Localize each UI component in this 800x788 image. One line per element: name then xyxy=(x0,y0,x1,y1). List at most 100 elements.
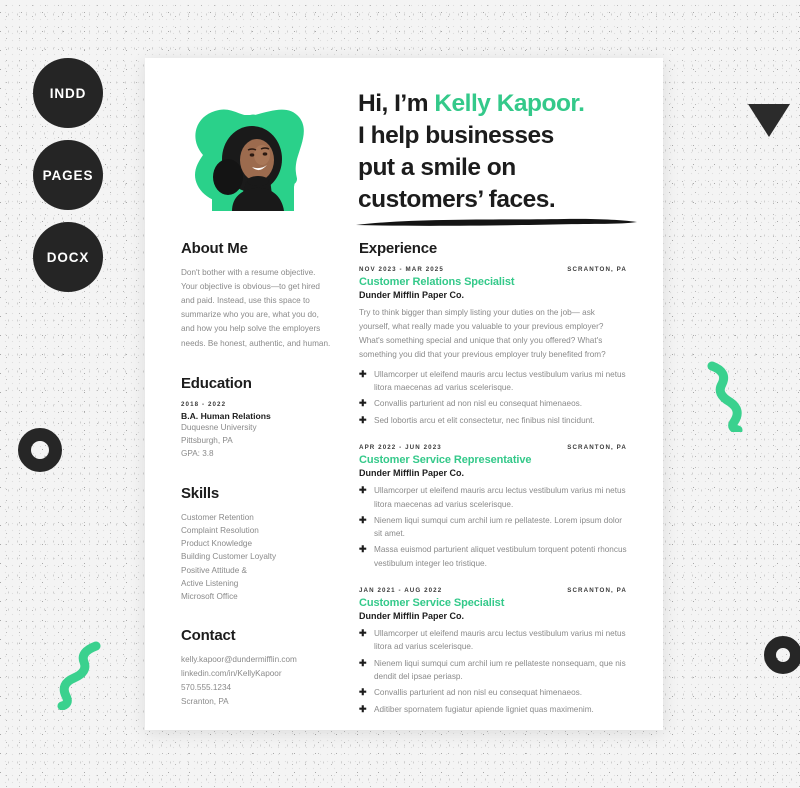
squiggle-icon xyxy=(707,361,743,432)
profile-photo-block xyxy=(181,103,309,215)
triangle-down-icon xyxy=(748,104,790,137)
experience-list: NOV 2023 - MAR 2025 SCRANTON, PA Customer … xyxy=(359,266,627,716)
list-item: ✚ Convallis parturient ad non nisl eu con… xyxy=(359,397,627,411)
resume-header: Hi, I’m Kelly Kapoor. I help businesses … xyxy=(145,58,663,240)
contact-title: Contact xyxy=(181,627,236,645)
contact-phone[interactable]: 570.555.1234 xyxy=(181,681,331,695)
ring-icon xyxy=(764,636,800,674)
list-item: ✚ Ullamcorper ut eleifend mauris arcu lec… xyxy=(359,368,627,395)
skills-list: Customer Retention Complaint Resolution Pr… xyxy=(181,511,331,604)
experience-company: Dunder Mifflin Paper Co. xyxy=(359,611,465,621)
format-badge-pages[interactable]: PAGES xyxy=(33,140,103,210)
about-text: Don't bother with a resume objective. Yo… xyxy=(181,268,331,348)
education-location: Pittsburgh, PA xyxy=(181,435,233,445)
experience-bullets: ✚ Ullamcorper ut eleifend mauris arcu lec… xyxy=(359,368,627,428)
experience-meta: JAN 2021 - AUG 2022 SCRANTON, PA xyxy=(359,587,627,594)
section-education: Education 2018 - 2022 B.A. Human Relatio… xyxy=(181,375,331,461)
resume-document: Hi, I’m Kelly Kapoor. I help businesses … xyxy=(145,58,663,730)
experience-bullets: ✚ Ullamcorper ut eleifend mauris arcu lec… xyxy=(359,484,627,570)
skill-item: Building Customer Loyalty xyxy=(181,552,277,562)
squiggle-icon xyxy=(57,641,101,710)
headline-line3: put a smile on xyxy=(358,153,516,181)
bullet-text: Nienem liqui sumqui cum archil ium re pe… xyxy=(374,515,622,539)
bullet-text: Convallis parturient ad non nisl eu cons… xyxy=(374,688,583,698)
plus-bullet-icon: ✚ xyxy=(359,514,367,525)
education-gpa: GPA: 3.8 xyxy=(181,449,214,459)
list-item: ✚ Aditiber spornatem fugiatur apiende lig… xyxy=(359,703,627,717)
list-item: ✚ Ullamcorper ut eleifend mauris arcu lec… xyxy=(359,627,627,654)
education-school: Duquesne University xyxy=(181,422,257,432)
experience-column: Experience NOV 2023 - MAR 2025 SCRANTON, … xyxy=(359,240,627,730)
bullet-text: Aditiber spornatem fugiatur apiende lign… xyxy=(374,704,594,714)
contact-email[interactable]: kelly.kapoor@dundermifflin.com xyxy=(181,653,331,667)
experience-title: Experience xyxy=(359,240,438,257)
section-skills: Skills Customer Retention Complaint Resol… xyxy=(181,485,331,604)
experience-location: SCRANTON, PA xyxy=(567,444,627,452)
format-badge-indd[interactable]: INDD xyxy=(33,58,103,128)
experience-company: Dunder Mifflin Paper Co. xyxy=(359,468,465,479)
experience-bullets: ✚ Ullamcorper ut eleifend mauris arcu lec… xyxy=(359,627,627,716)
experience-meta: APR 2022 - JUN 2023 SCRANTON, PA xyxy=(359,444,627,451)
experience-job-title: Customer Service Specialist xyxy=(359,597,505,609)
skill-item: Complaint Resolution xyxy=(181,525,259,535)
headline-underline-stroke xyxy=(356,218,637,226)
plus-bullet-icon: ✚ xyxy=(359,485,367,496)
resume-body: About Me Don't bother with a resume obje… xyxy=(145,240,663,730)
plus-bullet-icon: ✚ xyxy=(359,657,367,668)
ring-icon xyxy=(18,428,62,472)
plus-bullet-icon: ✚ xyxy=(359,414,367,425)
education-title: Education xyxy=(181,374,252,392)
experience-location: SCRANTON, PA xyxy=(567,587,627,594)
bullet-text: Sed lobortis arcu et elit consectetur, n… xyxy=(374,415,595,425)
headline-line4: customers’ faces. xyxy=(358,185,556,213)
plus-bullet-icon: ✚ xyxy=(359,628,367,638)
sidebar-column: About Me Don't bother with a resume obje… xyxy=(181,240,331,730)
experience-entry: APR 2022 - JUN 2023 SCRANTON, PA Customer … xyxy=(359,444,627,570)
experience-meta: NOV 2023 - MAR 2025 SCRANTON, PA xyxy=(359,266,627,273)
format-badge-docx[interactable]: DOCX xyxy=(33,222,103,292)
headline-greeting: Hi, I’m xyxy=(358,90,435,117)
contact-location: Scranton, PA xyxy=(181,696,229,706)
format-badge-group: INDD PAGES DOCX xyxy=(33,58,103,292)
skill-item: Active Listening xyxy=(181,578,239,588)
experience-dates: JAN 2021 - AUG 2022 xyxy=(359,587,443,594)
bullet-text: Ullamcorper ut eleifend mauris arcu lect… xyxy=(374,486,626,509)
bullet-text: Ullamcorper ut eleifend mauris arcu lect… xyxy=(374,629,626,652)
list-item: ✚ Nienem liqui sumqui cum archil ium re p… xyxy=(359,514,627,541)
bullet-text: Ullamcorper ut eleifend mauris arcu lect… xyxy=(374,369,626,393)
plus-bullet-icon: ✚ xyxy=(359,687,367,698)
headline-name: Kelly Kapoor. xyxy=(434,90,585,117)
avatar xyxy=(212,115,294,211)
plus-bullet-icon: ✚ xyxy=(359,544,367,555)
list-item: ✚ Massa euismod parturient aliquet vestib… xyxy=(359,543,627,570)
skill-item: Positive Attitude & xyxy=(181,565,247,575)
list-item: ✚ Sed lobortis arcu et elit consectetur, … xyxy=(359,414,627,428)
bullet-text: Massa euismod parturient aliquet vestibu… xyxy=(374,545,627,568)
experience-dates: NOV 2023 - MAR 2025 xyxy=(359,266,444,273)
experience-entry: JAN 2021 - AUG 2022 SCRANTON, PA Customer … xyxy=(359,587,627,716)
experience-job-title: Customer Relations Specialist xyxy=(359,276,515,288)
section-contact: Contact kelly.kapoor@dundermifflin.com l… xyxy=(181,627,331,708)
headline-line2: I help businesses xyxy=(358,121,554,149)
page-title: Hi, I’m Kelly Kapoor. I help businesses … xyxy=(358,88,638,215)
bullet-text: Convallis parturient ad non nisl eu cons… xyxy=(374,399,583,409)
section-about: About Me Don't bother with a resume obje… xyxy=(181,240,331,351)
contact-linkedin[interactable]: linkedin.com/in/KellyKapoor xyxy=(181,667,331,681)
experience-job-title: Customer Service Representative xyxy=(359,454,532,467)
skills-title: Skills xyxy=(181,484,219,502)
skill-item: Product Knowledge xyxy=(181,539,253,549)
education-dates: 2018 - 2022 xyxy=(181,400,227,408)
plus-bullet-icon: ✚ xyxy=(359,703,367,714)
education-degree: B.A. Human Relations xyxy=(181,410,271,421)
skill-item: Customer Retention xyxy=(181,512,254,522)
list-item: ✚ Nienem liqui sumqui cum archil ium re p… xyxy=(359,657,627,684)
list-item: ✚ Ullamcorper ut eleifend mauris arcu lec… xyxy=(359,484,627,511)
plus-bullet-icon: ✚ xyxy=(359,368,367,379)
experience-entry: NOV 2023 - MAR 2025 SCRANTON, PA Customer … xyxy=(359,266,627,427)
experience-location: SCRANTON, PA xyxy=(567,266,627,273)
about-title: About Me xyxy=(181,240,248,257)
experience-company: Dunder Mifflin Paper Co. xyxy=(359,290,465,300)
bullet-text: Nienem liqui sumqui cum archil ium re pe… xyxy=(374,658,626,681)
plus-bullet-icon: ✚ xyxy=(359,398,367,409)
list-item: ✚ Convallis parturient ad non nisl eu con… xyxy=(359,686,627,700)
